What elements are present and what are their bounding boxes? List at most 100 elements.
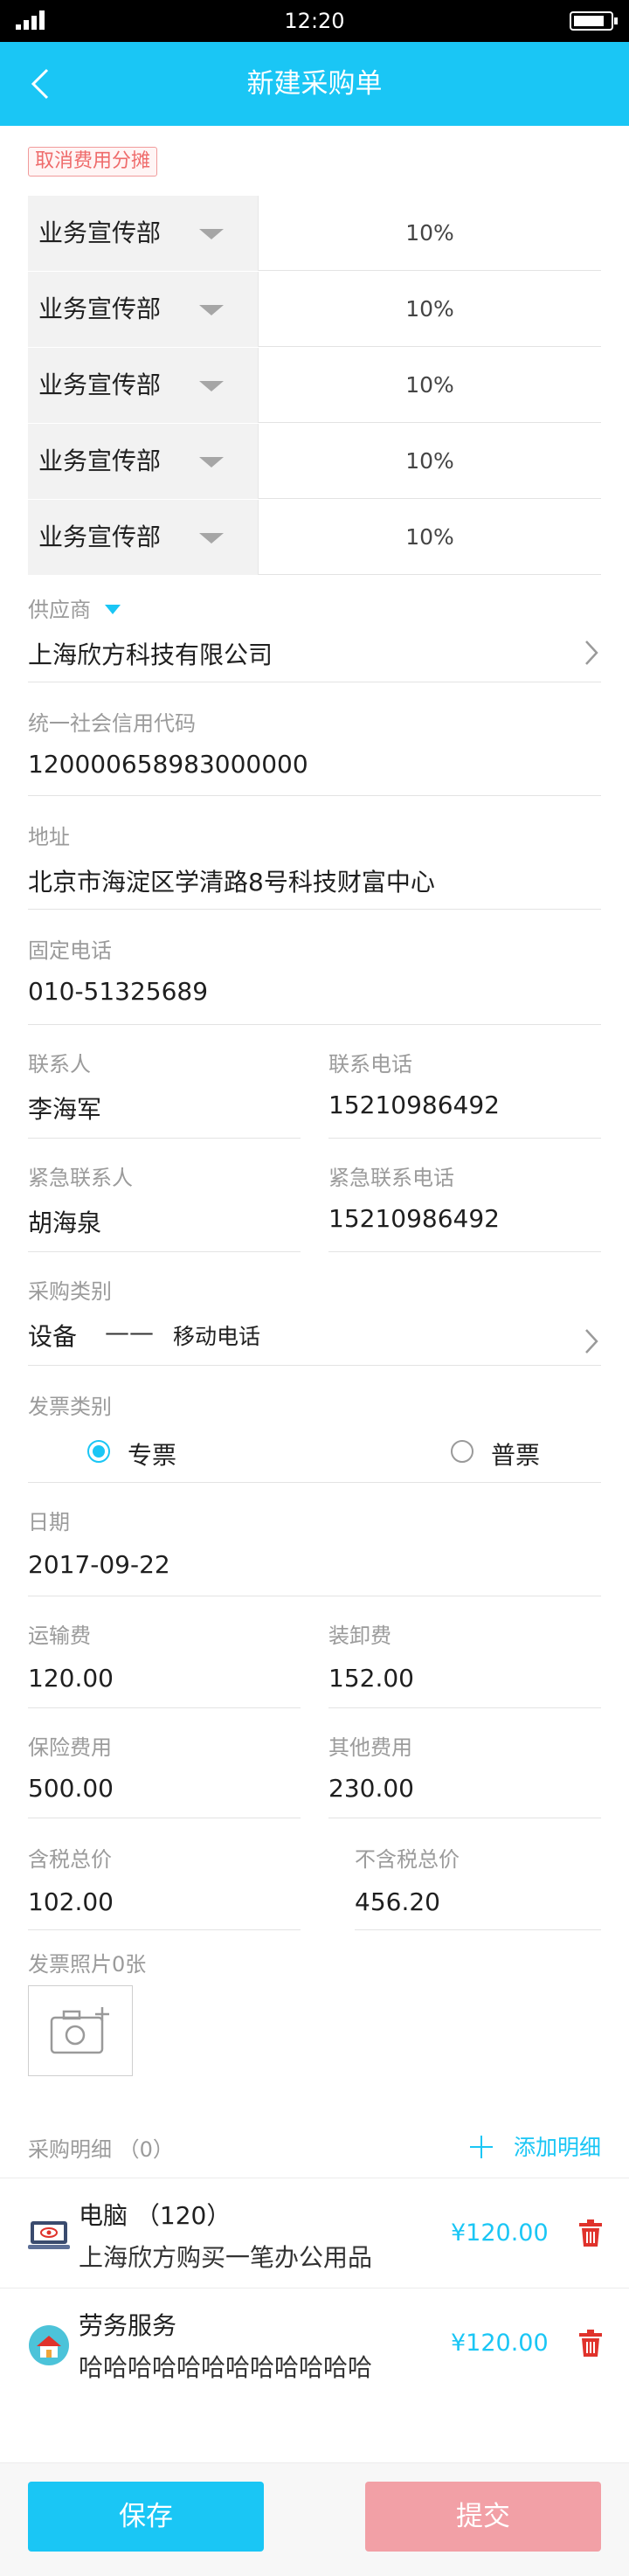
battery-icon <box>570 11 618 31</box>
divider <box>328 1251 601 1252</box>
contact-field[interactable]: 李海军 <box>28 1091 101 1125</box>
allocation-percent-input[interactable]: 10% <box>259 348 601 423</box>
allocation-row: 业务宣传部 10% <box>28 272 601 347</box>
computer-icon <box>28 2214 70 2256</box>
handling-label: 装卸费 <box>328 1624 391 1648</box>
address-field[interactable]: 北京市海淀区学清路8号科技财富中心 <box>28 863 435 898</box>
divider <box>28 1707 301 1708</box>
normal-invoice-label[interactable]: 普票 <box>491 1437 540 1472</box>
allocation-row: 业务宣传部 10% <box>28 196 601 271</box>
emergency-contact-field[interactable]: 胡海泉 <box>28 1204 101 1239</box>
dropdown-caret-icon <box>199 533 224 544</box>
divider <box>28 909 601 910</box>
dropdown-caret-icon <box>199 229 224 239</box>
allocation-row: 业务宣传部 10% <box>28 348 601 423</box>
department-label: 业务宣传部 <box>38 447 162 475</box>
purchase-category-label: 采购类别 <box>28 1279 112 1304</box>
freight-label: 运输费 <box>28 1624 91 1648</box>
category-separator: —— <box>105 1318 154 1347</box>
add-detail-button[interactable]: 添加明细 <box>514 2130 601 2165</box>
divider <box>28 1138 301 1139</box>
department-select[interactable]: 业务宣传部 <box>28 196 259 271</box>
page-title: 新建采购单 <box>246 68 383 100</box>
freight-field[interactable]: 120.00 <box>28 1664 114 1693</box>
divider <box>28 1251 301 1252</box>
contact-phone-field[interactable]: 15210986492 <box>328 1091 500 1119</box>
divider <box>0 2288 629 2289</box>
add-icon[interactable] <box>470 2136 493 2158</box>
landline-label: 固定电话 <box>28 938 112 963</box>
supplier-field[interactable]: 上海欣方科技有限公司 <box>28 636 273 671</box>
department-label: 业务宣传部 <box>38 218 162 247</box>
status-bar: 12:20 <box>0 0 629 42</box>
tax-excluded-field[interactable]: 456.20 <box>355 1887 440 1916</box>
department-select[interactable]: 业务宣传部 <box>28 348 259 423</box>
dropdown-caret-icon <box>199 457 224 467</box>
item-title: 电脑 （120） <box>79 2201 232 2230</box>
handling-field[interactable]: 152.00 <box>328 1664 414 1693</box>
divider <box>28 795 601 796</box>
allocation-row: 业务宣传部 10% <box>28 500 601 575</box>
insurance-label: 保险费用 <box>28 1735 112 1760</box>
nav-bar: 新建采购单 <box>0 42 629 126</box>
date-field[interactable]: 2017-09-22 <box>28 1550 170 1579</box>
department-select[interactable]: 业务宣传部 <box>28 424 259 499</box>
radio-normal-invoice[interactable] <box>451 1440 473 1463</box>
divider <box>28 1929 301 1930</box>
credit-code-field[interactable]: 120000658983000000 <box>28 750 308 779</box>
delete-icon[interactable] <box>578 2219 603 2247</box>
submit-button[interactable]: 提交 <box>365 2482 601 2552</box>
tax-included-label: 含税总价 <box>28 1847 112 1872</box>
delete-icon[interactable] <box>578 2330 603 2358</box>
department-select[interactable]: 业务宣传部 <box>28 500 259 575</box>
allocation-row: 业务宣传部 10% <box>28 424 601 499</box>
radio-special-invoice[interactable] <box>87 1440 110 1463</box>
supplier-dropdown-icon[interactable] <box>105 605 121 614</box>
divider <box>28 1482 601 1483</box>
other-fee-label: 其他费用 <box>328 1735 412 1760</box>
tax-excluded-label: 不含税总价 <box>355 1847 460 1872</box>
invoice-type-label: 发票类别 <box>28 1395 112 1419</box>
contact-phone-label: 联系电话 <box>328 1052 412 1077</box>
item-price: ¥120.00 <box>451 2219 549 2247</box>
chevron-right-icon[interactable] <box>582 638 601 668</box>
credit-code-label: 统一社会信用代码 <box>28 711 196 736</box>
department-label: 业务宣传部 <box>38 523 162 551</box>
divider <box>355 1929 601 1930</box>
allocation-percent-input[interactable]: 10% <box>259 272 601 347</box>
invoice-photos-label: 发票照片0张 <box>28 1952 147 1977</box>
save-button[interactable]: 保存 <box>28 2482 264 2552</box>
divider <box>328 1138 601 1139</box>
department-label: 业务宣传部 <box>38 370 162 399</box>
purchase-details-label: 采购明细 （0） <box>28 2137 174 2162</box>
emergency-phone-label: 紧急联系电话 <box>328 1166 454 1190</box>
other-fee-field[interactable]: 230.00 <box>328 1774 414 1803</box>
cancel-allocation-button[interactable]: 取消费用分摊 <box>28 147 158 177</box>
add-photo-button[interactable] <box>28 1985 133 2076</box>
allocation-percent-input[interactable]: 10% <box>259 196 601 271</box>
purchase-category-main[interactable]: 设备 <box>28 1318 77 1353</box>
emergency-contact-label: 紧急联系人 <box>28 1166 133 1190</box>
allocation-percent-input[interactable]: 10% <box>259 500 601 575</box>
department-label: 业务宣传部 <box>38 294 162 323</box>
item-title: 劳务服务 <box>79 2311 177 2340</box>
item-description: 上海欣方购买一笔办公用品 <box>79 2243 373 2272</box>
service-house-icon <box>28 2324 70 2366</box>
camera-add-icon <box>50 2007 109 2054</box>
dropdown-caret-icon <box>199 381 224 391</box>
purchase-category-sub[interactable]: 移动电话 <box>173 1319 260 1351</box>
emergency-phone-field[interactable]: 15210986492 <box>328 1204 500 1233</box>
insurance-field[interactable]: 500.00 <box>28 1774 114 1803</box>
landline-field[interactable]: 010-51325689 <box>28 977 208 1006</box>
allocation-percent-input[interactable]: 10% <box>259 424 601 499</box>
address-label: 地址 <box>28 825 70 849</box>
chevron-right-icon[interactable] <box>582 1326 601 1356</box>
contact-label: 联系人 <box>28 1052 91 1077</box>
dropdown-caret-icon <box>199 305 224 315</box>
date-label: 日期 <box>28 1510 70 1534</box>
status-time: 12:20 <box>284 9 345 33</box>
department-select[interactable]: 业务宣传部 <box>28 272 259 347</box>
divider <box>28 1365 601 1366</box>
special-invoice-label[interactable]: 专票 <box>128 1437 176 1472</box>
tax-included-field[interactable]: 102.00 <box>28 1887 114 1916</box>
